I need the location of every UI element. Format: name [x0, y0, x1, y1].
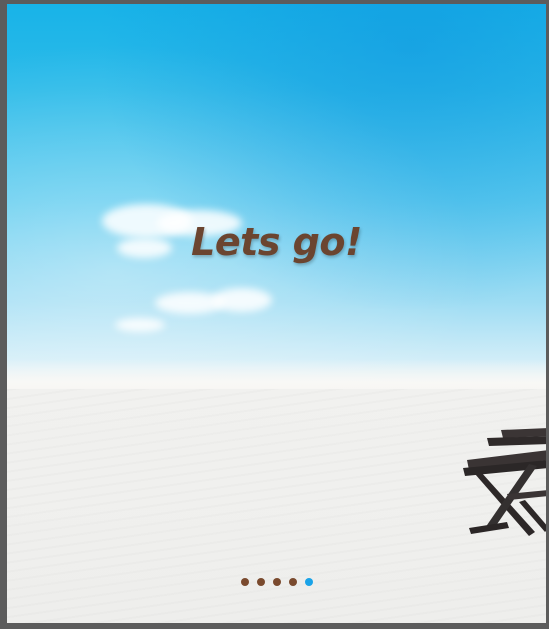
page-dot-4[interactable] [288, 578, 297, 586]
cloud [115, 318, 165, 332]
page-dot-5-active[interactable] [304, 578, 313, 586]
cloud [212, 288, 272, 312]
slide-headline: Lets go! [191, 220, 362, 264]
page-dot-1[interactable] [240, 578, 249, 586]
beach-chair-icon [463, 428, 546, 536]
page-indicator [7, 578, 546, 586]
app-window: Lets go! [0, 0, 549, 629]
page-dot-2[interactable] [256, 578, 265, 586]
sky-background [7, 4, 546, 388]
onboarding-slide[interactable]: Lets go! [7, 4, 546, 623]
page-dot-3[interactable] [272, 578, 281, 586]
